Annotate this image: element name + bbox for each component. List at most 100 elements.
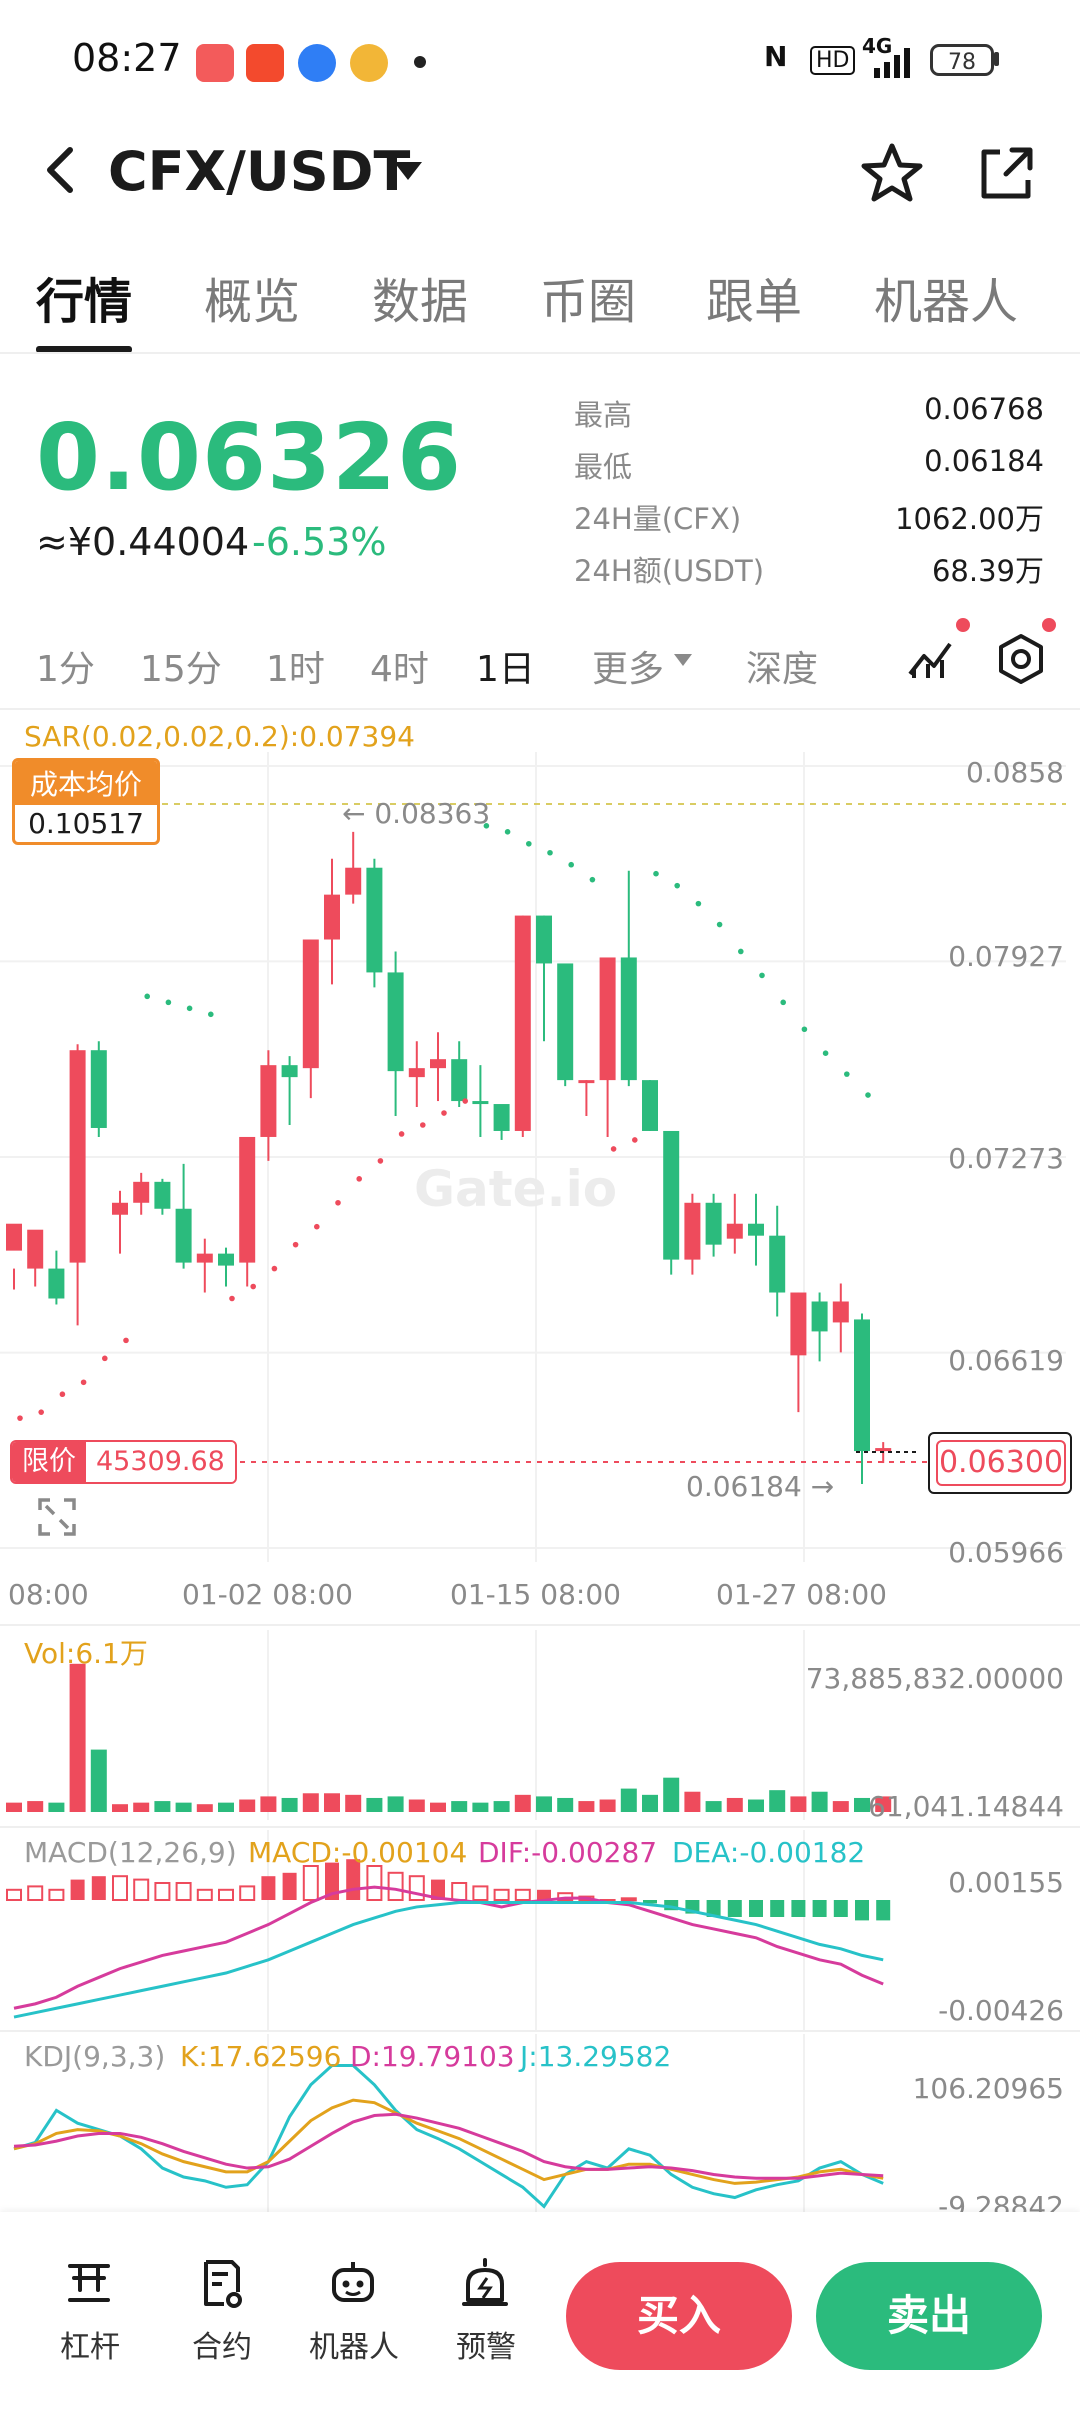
settings-hexagon-icon[interactable] [994, 632, 1048, 686]
buy-button[interactable]: 买入 [566, 2262, 792, 2370]
candle-body [790, 1292, 807, 1356]
volume-bar [493, 1801, 510, 1812]
sar-dot [780, 999, 786, 1006]
macd-histogram-bar [6, 1888, 22, 1901]
kdj-max: 106.20965 [912, 2072, 1064, 2105]
more-caret-icon[interactable] [674, 654, 692, 666]
candle-body [196, 1253, 213, 1263]
macd-histogram-bar [91, 1876, 106, 1900]
status-time: 08:27 [72, 36, 182, 80]
candle-body [854, 1319, 870, 1452]
tab-bots[interactable]: 机器人 [874, 262, 1018, 332]
volume-bar [345, 1794, 362, 1812]
contract-icon[interactable] [194, 2256, 248, 2310]
volume-bar [684, 1791, 701, 1812]
leverage-icon[interactable] [62, 2256, 116, 2310]
volume-bar [281, 1797, 298, 1812]
stat-low-value: 0.06184 [924, 444, 1044, 478]
macd-min: -0.00426 [938, 1994, 1064, 2027]
timeframe-15m[interactable]: 15分 [140, 640, 222, 692]
timeframe-1m[interactable]: 1分 [36, 640, 95, 692]
volume-bar [514, 1794, 531, 1812]
robot-icon[interactable] [326, 2256, 380, 2310]
tab-copy-trading[interactable]: 跟单 [706, 262, 802, 332]
back-arrow-icon[interactable] [36, 140, 86, 200]
fullscreen-expand-icon[interactable] [36, 1496, 78, 1538]
cost-average-label: 成本均价 [15, 761, 157, 805]
favorite-star-icon[interactable] [856, 138, 928, 210]
pair-selector[interactable]: CFX/USDT [108, 140, 410, 203]
battery-indicator: 78 [930, 44, 994, 76]
volume-bar [705, 1801, 722, 1812]
candle-body [408, 1068, 425, 1078]
timeframe-4h[interactable]: 4时 [370, 640, 429, 692]
y-tick: 0.07273 [948, 1142, 1064, 1175]
macd-histogram-bar [749, 1900, 763, 1917]
sar-dot [822, 1050, 829, 1056]
volume-max: 73,885,832.00000 [805, 1662, 1064, 1695]
candle-body [472, 1101, 489, 1105]
indicator-chart-icon[interactable] [906, 634, 956, 684]
sar-dot [632, 1137, 638, 1143]
volume-bar [90, 1749, 107, 1812]
sar-dot [186, 1005, 193, 1012]
limit-label: 限价 [12, 1442, 86, 1482]
candle-body [324, 894, 340, 940]
macd-histogram-bar [282, 1872, 297, 1900]
sell-button[interactable]: 卖出 [816, 2262, 1042, 2370]
nfc-icon: N [764, 40, 788, 73]
macd-histogram-bar [833, 1900, 848, 1917]
sar-dot [80, 1379, 87, 1386]
timeframe-1h[interactable]: 1时 [266, 640, 325, 692]
timeframe-1d[interactable]: 1日 [476, 640, 535, 692]
sar-dot [716, 921, 723, 928]
sar-dot [738, 948, 744, 955]
more-notifications-dot [414, 56, 426, 68]
y-tick: 0.05966 [948, 1536, 1064, 1569]
nav-leverage[interactable]: 杠杆 [30, 2322, 150, 2366]
depth-tab[interactable]: 深度 [746, 640, 818, 692]
alert-icon[interactable] [458, 2256, 512, 2310]
caret-down-icon[interactable] [394, 162, 422, 180]
macd-histogram-bar [154, 1882, 171, 1901]
volume-bar [387, 1796, 404, 1812]
divider [0, 1624, 1080, 1626]
candle-body [69, 1050, 86, 1263]
stat-low-label: 最低 [574, 450, 633, 484]
tab-community[interactable]: 币圈 [540, 262, 636, 332]
sar-dot [653, 870, 659, 877]
x-tick: 08:00 [8, 1578, 89, 1611]
battery-tip [994, 52, 999, 66]
kdj-params: KDJ(9,3,3) [24, 2040, 166, 2073]
settings-notification-dot [1042, 618, 1056, 632]
timeframe-more[interactable]: 更多 [592, 640, 664, 692]
candle-body [557, 963, 574, 1081]
sar-dot [292, 1241, 299, 1248]
candle-body [430, 1059, 446, 1069]
macd-histogram-bar [261, 1876, 276, 1900]
sar-dot [589, 876, 596, 883]
candle-body [48, 1268, 65, 1299]
sar-dot [335, 1199, 341, 1206]
macd-dea: DEA:-0.00182 [672, 1836, 866, 1869]
video-app-icon [246, 44, 284, 82]
share-icon[interactable] [970, 138, 1042, 210]
tab-market[interactable]: 行情 [36, 262, 132, 332]
volume-bar [536, 1796, 552, 1812]
nav-contract[interactable]: 合约 [162, 2322, 282, 2366]
nav-alert[interactable]: 预警 [426, 2322, 546, 2366]
limit-order-box[interactable]: 限价 45309.68 [10, 1440, 237, 1484]
sar-dot [695, 900, 702, 907]
nav-robot[interactable]: 机器人 [294, 2322, 414, 2366]
limit-value: 45309.68 [86, 1442, 235, 1482]
tab-overview[interactable]: 概览 [204, 262, 300, 332]
x-tick: 01-02 08:00 [182, 1578, 353, 1611]
candle-body [726, 1223, 743, 1239]
hd-icon: HD [810, 46, 856, 75]
macd-histogram-bar [133, 1878, 150, 1901]
price-change: -6.53% [252, 520, 387, 564]
volume-bar [175, 1802, 192, 1812]
volume-bar [218, 1802, 234, 1812]
tab-data[interactable]: 数据 [372, 262, 468, 332]
volume-bar [366, 1797, 383, 1812]
